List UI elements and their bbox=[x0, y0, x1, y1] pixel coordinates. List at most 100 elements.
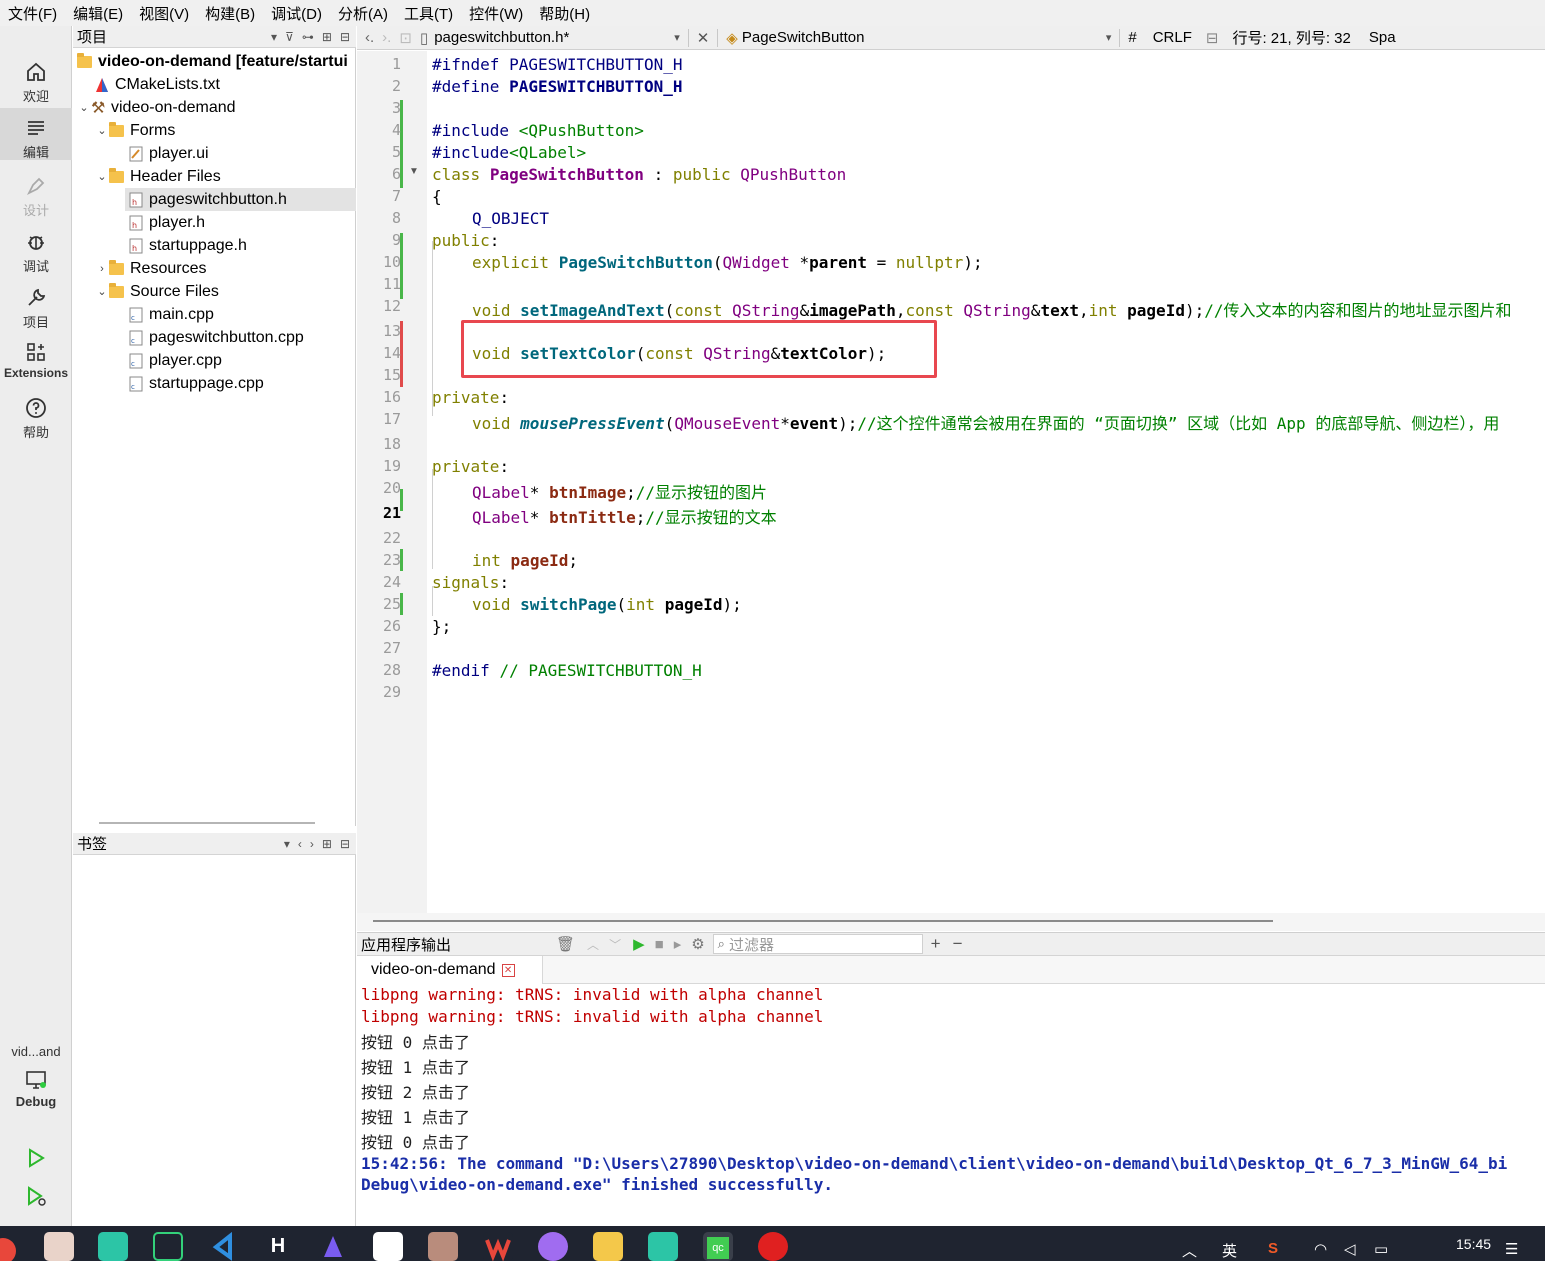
vscode-icon[interactable] bbox=[208, 1231, 238, 1261]
attach-icon[interactable]: ▸ bbox=[674, 935, 682, 953]
line-number[interactable]: 2 bbox=[357, 77, 401, 95]
tree-item-subproject[interactable]: ⌄ ⚒ video-on-demand bbox=[77, 96, 235, 119]
app-bit-icon[interactable] bbox=[98, 1232, 128, 1261]
line-number[interactable]: 13 bbox=[357, 322, 401, 340]
mode-extensions[interactable]: Extensions bbox=[0, 340, 72, 380]
tree-item-header-files[interactable]: ⌄ Header Files bbox=[95, 165, 221, 188]
netease-music-icon[interactable] bbox=[758, 1232, 788, 1261]
line-number[interactable]: 14 bbox=[357, 344, 401, 362]
line-number[interactable]: 18 bbox=[357, 435, 401, 453]
filter-icon[interactable]: ⊽ bbox=[285, 30, 294, 44]
mode-welcome[interactable]: 欢迎 bbox=[0, 60, 72, 105]
chevron-down-icon[interactable]: ⌄ bbox=[95, 124, 109, 137]
volume-icon[interactable]: ◁ bbox=[1344, 1240, 1356, 1258]
line-number[interactable]: 26 bbox=[357, 617, 401, 635]
chevron-down-icon[interactable]: ⌄ bbox=[77, 101, 91, 114]
cursor-position[interactable]: 行号: 21, 列号: 32 bbox=[1232, 27, 1350, 48]
line-number[interactable]: 4 bbox=[357, 121, 401, 139]
dropdown-icon[interactable]: ▾ bbox=[284, 837, 290, 851]
menu-controls[interactable]: 控件(W) bbox=[469, 3, 523, 24]
target-selector-name[interactable]: vid...and bbox=[0, 1044, 72, 1059]
line-number[interactable]: 11 bbox=[357, 275, 401, 293]
line-number[interactable]: 9 bbox=[357, 231, 401, 249]
line-number[interactable]: 17 bbox=[357, 410, 401, 428]
cat-app-icon[interactable] bbox=[428, 1232, 458, 1261]
close-panel-icon[interactable]: ⊟ bbox=[340, 30, 350, 44]
line-number[interactable]: 21 bbox=[357, 504, 401, 522]
line-number[interactable]: 1 bbox=[357, 55, 401, 73]
link-icon[interactable]: ⊶ bbox=[302, 30, 314, 44]
back-icon[interactable]: ‹. bbox=[365, 29, 374, 46]
menu-debug[interactable]: 调试(D) bbox=[271, 3, 322, 24]
tree-item-pageswitchbutton-cpp[interactable]: c pageswitchbutton.cpp bbox=[129, 326, 304, 349]
split-icon[interactable]: ⊞ bbox=[322, 837, 332, 851]
chevron-down-icon[interactable]: ﹀ bbox=[609, 936, 621, 953]
mode-project[interactable]: 项目 bbox=[0, 286, 72, 331]
current-symbol[interactable]: PageSwitchButton bbox=[742, 29, 1106, 46]
tree-item-player-cpp[interactable]: c player.cpp bbox=[129, 349, 222, 372]
tree-item-main-cpp[interactable]: c main.cpp bbox=[129, 303, 214, 326]
tree-root-project[interactable]: video-on-demand [feature/startui bbox=[77, 50, 348, 73]
symbol-dropdown-icon[interactable]: ▾ bbox=[1106, 31, 1112, 44]
hash-button[interactable]: # bbox=[1128, 29, 1136, 46]
filter-input[interactable]: ⌕ 过滤器 bbox=[712, 934, 923, 954]
forward-icon[interactable]: ›. bbox=[382, 29, 391, 46]
notification-icon[interactable]: ☰ bbox=[1505, 1240, 1518, 1258]
mode-debug[interactable]: 调试 bbox=[0, 230, 72, 275]
line-number[interactable]: 28 bbox=[357, 661, 401, 679]
tree-item-player-ui[interactable]: player.ui bbox=[129, 142, 209, 165]
ime-indicator[interactable]: 英 bbox=[1222, 1240, 1237, 1261]
zoom-out-icon[interactable]: − bbox=[953, 934, 963, 954]
wps-icon[interactable] bbox=[483, 1232, 513, 1261]
tree-item-source-files[interactable]: ⌄ Source Files bbox=[95, 280, 219, 303]
tree-item-pageswitchbutton-h[interactable]: h pageswitchbutton.h bbox=[125, 188, 356, 211]
mode-help[interactable]: 帮助 bbox=[0, 396, 72, 441]
app-bit-icon-2[interactable] bbox=[648, 1232, 678, 1261]
menu-analyze[interactable]: 分析(A) bbox=[338, 3, 388, 24]
fold-chevron-icon[interactable]: ▼ bbox=[409, 166, 419, 177]
terminal-icon[interactable] bbox=[153, 1232, 183, 1261]
file-explorer-icon[interactable] bbox=[593, 1232, 623, 1261]
menu-tools[interactable]: 工具(T) bbox=[404, 3, 453, 24]
run-button[interactable] bbox=[0, 1146, 72, 1172]
indent-setting[interactable]: Spa bbox=[1369, 29, 1396, 46]
menu-view[interactable]: 视图(V) bbox=[139, 3, 189, 24]
chevron-up-icon[interactable]: ︿ bbox=[587, 936, 599, 953]
line-number[interactable]: 20 bbox=[357, 479, 401, 497]
line-number[interactable]: 15 bbox=[357, 366, 401, 384]
qtcreator-icon[interactable]: qc bbox=[703, 1232, 733, 1261]
h-app-icon[interactable]: H bbox=[263, 1232, 293, 1261]
scrollbar-thumb[interactable] bbox=[373, 920, 1273, 922]
line-number[interactable]: 19 bbox=[357, 457, 401, 475]
mode-edit[interactable]: 编辑 bbox=[0, 108, 72, 160]
line-number[interactable]: 27 bbox=[357, 639, 401, 657]
code-editor[interactable]: #ifndef PAGESWITCHBUTTON_H #define PAGES… bbox=[427, 51, 1545, 913]
line-number[interactable]: 8 bbox=[357, 209, 401, 227]
line-number[interactable]: 24 bbox=[357, 573, 401, 591]
wifi-icon[interactable]: ◠ bbox=[1314, 1240, 1327, 1258]
tree-item-resources[interactable]: › Resources bbox=[95, 257, 206, 280]
avatar-app-icon[interactable] bbox=[44, 1232, 74, 1261]
line-number[interactable]: 7 bbox=[357, 187, 401, 205]
mode-design[interactable]: 设计 bbox=[0, 174, 72, 219]
line-number[interactable]: 3 bbox=[357, 99, 401, 117]
chevron-down-icon[interactable]: ⌄ bbox=[95, 170, 109, 183]
tree-item-startuppage-h[interactable]: h startuppage.h bbox=[129, 234, 247, 257]
debug-run-button[interactable] bbox=[0, 1184, 72, 1210]
line-number[interactable]: 16 bbox=[357, 388, 401, 406]
file-dropdown-icon[interactable]: ▾ bbox=[674, 31, 680, 44]
prev-bookmark-icon[interactable]: ‹ bbox=[298, 837, 302, 851]
split-icon[interactable]: ⊞ bbox=[322, 30, 332, 44]
menu-file[interactable]: 文件(F) bbox=[8, 3, 57, 24]
output-tab[interactable]: video-on-demand ✕ bbox=[357, 956, 543, 984]
trash-icon[interactable]: 🗑 bbox=[556, 935, 575, 953]
output-body[interactable]: libpng warning: tRNS: invalid with alpha… bbox=[357, 985, 1545, 1226]
ghost-app-icon[interactable] bbox=[538, 1232, 568, 1261]
close-panel-icon[interactable]: ⊟ bbox=[340, 837, 350, 851]
menu-edit[interactable]: 编辑(E) bbox=[73, 3, 123, 24]
line-number[interactable]: 5 bbox=[357, 143, 401, 161]
project-panel-scrollbar[interactable] bbox=[99, 822, 315, 824]
line-number[interactable]: 25 bbox=[357, 595, 401, 613]
chevron-right-icon[interactable]: › bbox=[95, 263, 109, 275]
menu-help[interactable]: 帮助(H) bbox=[539, 3, 590, 24]
